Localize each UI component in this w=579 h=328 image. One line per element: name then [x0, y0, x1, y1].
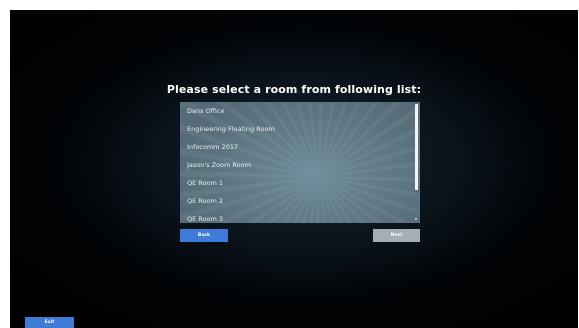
room-list-item[interactable]: QE Room 3	[180, 210, 414, 223]
room-list-item[interactable]: Infocomm 2017	[180, 138, 414, 156]
page-title: Please select a room from following list…	[166, 83, 422, 96]
back-button[interactable]: Back	[180, 229, 228, 242]
room-list-item[interactable]: QE Room 2	[180, 192, 414, 210]
room-list-item[interactable]: QE Room 1	[180, 174, 414, 192]
next-button[interactable]: Next	[373, 229, 420, 242]
room-list-item[interactable]: Dans Office	[180, 102, 414, 120]
scroll-down-arrow-icon[interactable]	[415, 218, 417, 221]
room-list-item[interactable]: Jason's Zoom Room	[180, 156, 414, 174]
room-list-panel[interactable]: Dans Office Engineering Floating Room In…	[180, 102, 420, 223]
room-list: Dans Office Engineering Floating Room In…	[180, 102, 414, 223]
scrollbar-thumb[interactable]	[415, 104, 418, 190]
exit-button[interactable]: Exit	[25, 317, 74, 328]
room-list-item[interactable]: Engineering Floating Room	[180, 120, 414, 138]
room-selection-screen: Please select a room from following list…	[10, 10, 578, 328]
list-scrollbar[interactable]	[415, 104, 419, 221]
